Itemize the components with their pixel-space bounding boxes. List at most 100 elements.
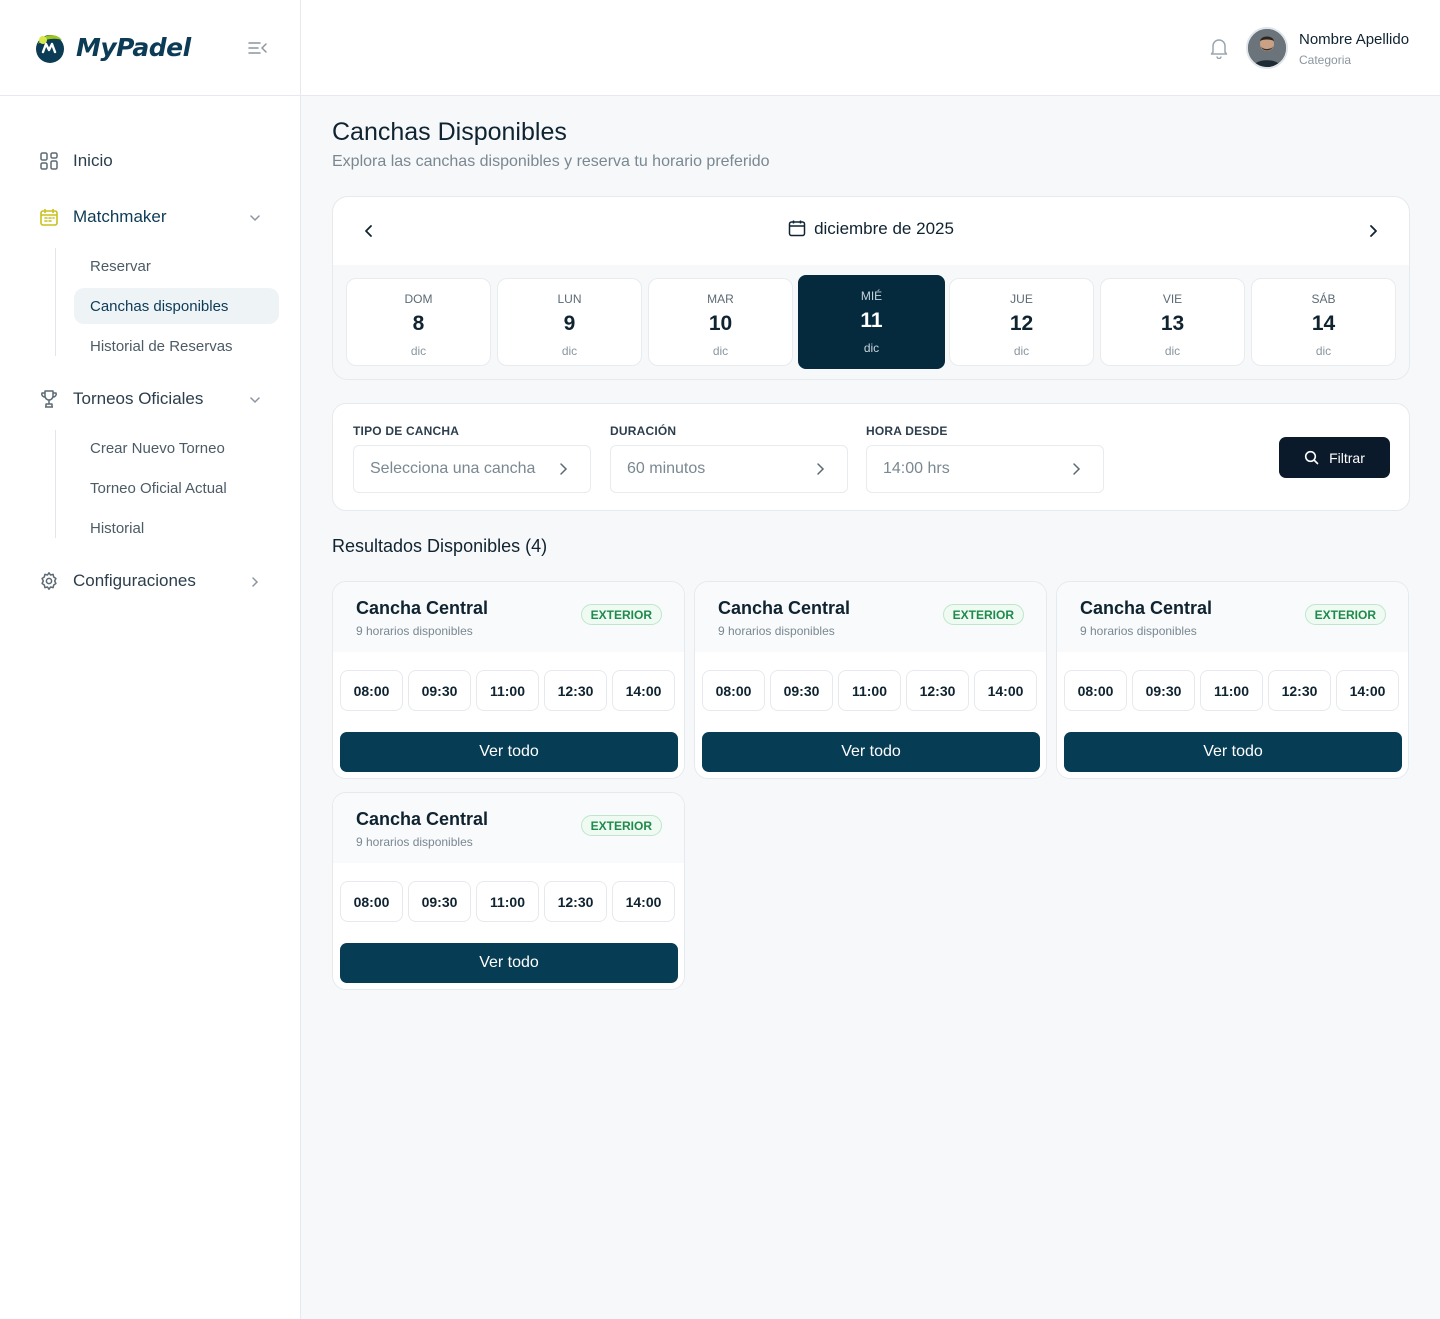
time-slot-button[interactable]: 09:30 [408,881,471,922]
user-category: Categoria [1299,53,1352,67]
sidebar-subitem-historial[interactable]: Historial [74,510,279,546]
court-card-header: Cancha Central 9 horarios disponibles EX… [333,582,684,652]
day-number: 9 [563,312,576,335]
grid-icon [38,150,60,172]
sidebar-item-matchmaker[interactable]: Matchmaker [0,202,300,232]
date-picker-header: diciembre de 2025 [333,197,1409,265]
sidebar-subitem-reservar[interactable]: Reservar [74,248,279,284]
time-slot-button[interactable]: 08:00 [340,881,403,922]
sidebar-item-label: Configuraciones [73,571,196,590]
mypadel-logo-icon [32,30,68,66]
see-all-button[interactable]: Ver todo [1064,732,1402,772]
sidebar-subitem-canchas-disponibles[interactable]: Canchas disponibles [74,288,279,324]
avatar[interactable] [1246,27,1288,69]
time-slot-button[interactable]: 08:00 [702,670,765,711]
court-type-badge: EXTERIOR [580,815,662,836]
filters-card: TIPO DE CANCHA Selecciona una cancha DUR… [332,403,1410,511]
day-cell[interactable]: VIE 13 dic [1100,278,1245,366]
court-card: Cancha Central 9 horarios disponibles EX… [1056,581,1409,779]
time-slot-button[interactable]: 14:00 [612,881,675,922]
day-cell[interactable]: LUN 9 dic [497,278,642,366]
see-all-button[interactable]: Ver todo [340,943,678,983]
calendar-icon [38,206,60,228]
select-value: 60 minutos [627,460,706,477]
time-slot-button[interactable]: 11:00 [476,881,539,922]
time-slot-button[interactable]: 14:00 [612,670,675,711]
time-slot-button[interactable]: 11:00 [476,670,539,711]
sidebar-item-label: Torneos Oficiales [73,389,204,408]
court-slot-count: 9 horarios disponibles [718,624,835,638]
time-slot-button[interactable]: 11:00 [838,670,901,711]
filter-court-type: TIPO DE CANCHA Selecciona una cancha [353,424,591,493]
time-slot-button[interactable]: 12:30 [906,670,969,711]
court-type-select[interactable]: Selecciona una cancha [353,445,591,493]
day-cell[interactable]: JUE 12 dic [949,278,1094,366]
court-name: Cancha Central [718,598,851,618]
day-name: MIÉ [860,289,883,303]
month-label: diciembre de 2025 [333,219,1409,239]
filter-button[interactable]: Filtrar [1279,437,1390,478]
bell-icon[interactable] [1209,37,1229,60]
day-month: dic [1164,344,1181,358]
matchmaker-submenu: Reservar Canchas disponibles Historial d… [55,248,300,364]
time-from-select[interactable]: 14:00 hrs [866,445,1104,493]
see-all-button[interactable]: Ver todo [702,732,1040,772]
time-slot-button[interactable]: 09:30 [770,670,833,711]
day-name: MAR [707,292,734,306]
day-name: JUE [1010,292,1033,306]
filter-time-from: HORA DESDE 14:00 hrs [866,424,1104,493]
day-cell-selected[interactable]: MIÉ 11 dic [798,275,945,369]
trophy-icon [38,388,60,410]
chevron-down-icon [248,393,262,407]
sidebar-item-inicio[interactable]: Inicio [0,146,300,176]
page-subtitle: Explora las canchas disponibles y reserv… [332,153,770,170]
time-slot-button[interactable]: 09:30 [408,670,471,711]
time-slot-button[interactable]: 08:00 [1064,670,1127,711]
sidebar-subitem-historial-reservas[interactable]: Historial de Reservas [74,328,279,364]
day-name: SÁB [1311,292,1336,306]
filter-button-label: Filtrar [1329,449,1365,466]
see-all-button[interactable]: Ver todo [340,732,678,772]
time-slot-button[interactable]: 14:00 [974,670,1037,711]
time-slot-button[interactable]: 12:30 [544,670,607,711]
day-month: dic [863,341,880,355]
court-slot-count: 9 horarios disponibles [356,835,473,849]
time-slots: 08:00 09:30 11:00 12:30 14:00 [702,670,1037,711]
select-value: 14:00 hrs [883,460,950,477]
sidebar: MyPadel Inicio Matchmaker Reservar Canch… [0,0,301,1319]
filter-label: DURACIÓN [610,424,677,438]
day-month: dic [712,344,729,358]
day-cell[interactable]: MAR 10 dic [648,278,793,366]
sidebar-item-label: Matchmaker [73,207,167,226]
day-number: 11 [860,309,883,332]
sidebar-item-torneos-oficiales[interactable]: Torneos Oficiales [0,384,300,414]
court-name: Cancha Central [356,598,489,618]
time-slot-button[interactable]: 12:30 [544,881,607,922]
time-slot-button[interactable]: 08:00 [340,670,403,711]
time-slot-button[interactable]: 14:00 [1336,670,1399,711]
chevron-down-icon [248,211,262,225]
day-name: LUN [557,292,582,306]
court-name: Cancha Central [1080,598,1213,618]
day-name: DOM [404,292,433,306]
sidebar-item-configuraciones[interactable]: Configuraciones [0,566,300,596]
day-strip: DOM 8 dic LUN 9 dic MAR 10 dic MIÉ 11 di… [333,265,1409,379]
month-text: diciembre de 2025 [814,219,954,238]
time-slot-button[interactable]: 11:00 [1200,670,1263,711]
calendar-icon [788,219,806,237]
collapse-sidebar-icon[interactable] [247,38,269,58]
court-card-header: Cancha Central 9 horarios disponibles EX… [333,793,684,863]
chevron-right-icon[interactable] [1363,221,1383,241]
day-number: 10 [708,312,733,335]
time-slot-button[interactable]: 09:30 [1132,670,1195,711]
court-card-header: Cancha Central 9 horarios disponibles EX… [1057,582,1408,652]
day-cell[interactable]: DOM 8 dic [346,278,491,366]
sidebar-subitem-crear-torneo[interactable]: Crear Nuevo Torneo [74,430,279,466]
sidebar-item-label: Inicio [73,151,113,170]
chevron-right-icon [248,575,262,589]
duration-select[interactable]: 60 minutos [610,445,848,493]
sidebar-subitem-torneo-actual[interactable]: Torneo Oficial Actual [74,470,279,506]
date-picker-card: diciembre de 2025 DOM 8 dic LUN 9 dic MA… [332,196,1410,380]
day-cell[interactable]: SÁB 14 dic [1251,278,1396,366]
time-slot-button[interactable]: 12:30 [1268,670,1331,711]
